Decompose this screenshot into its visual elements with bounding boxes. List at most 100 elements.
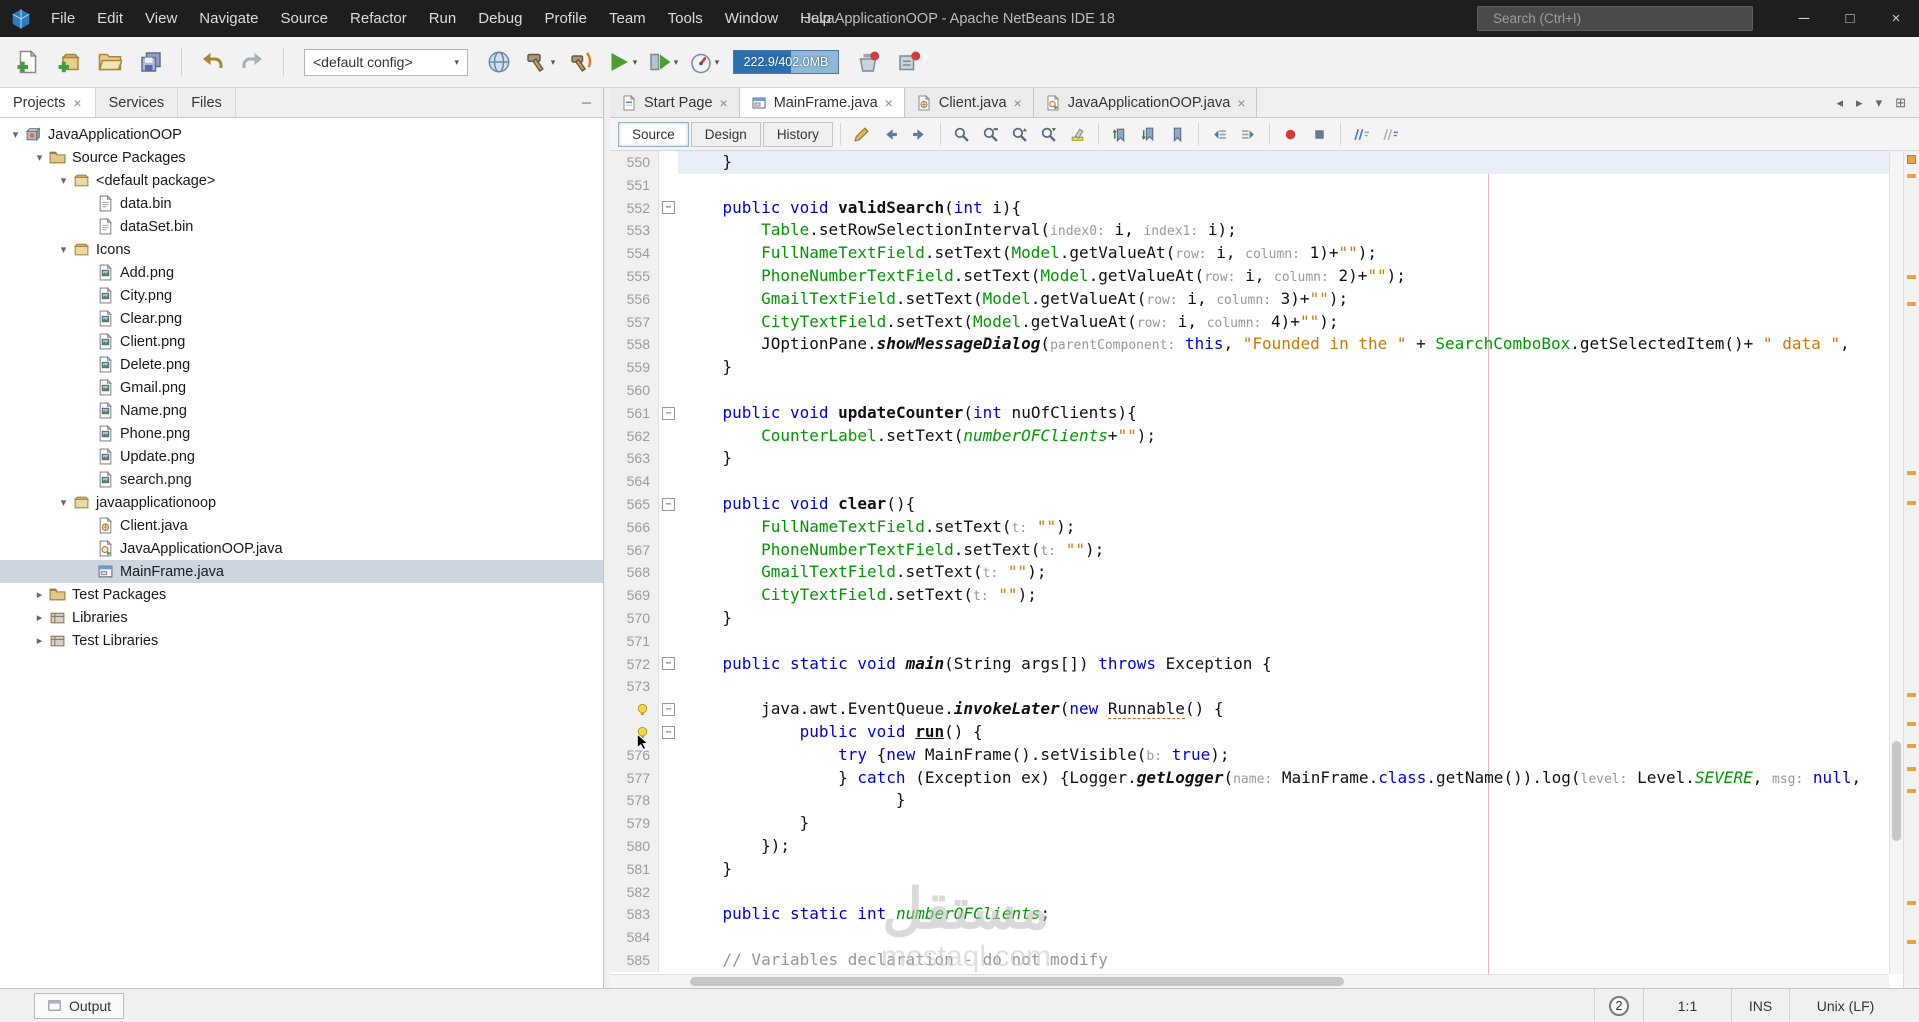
- code-line-text[interactable]: }: [678, 151, 1889, 174]
- tree-node-test-packages[interactable]: ▸Test Packages: [0, 583, 603, 606]
- tree-node-icons[interactable]: ▾Icons: [0, 238, 603, 261]
- code-line-text[interactable]: }: [678, 607, 1889, 630]
- redo-button[interactable]: [235, 44, 271, 80]
- maximize-button[interactable]: □: [1827, 0, 1873, 37]
- tree-node-delete-png[interactable]: Delete.png: [0, 353, 603, 376]
- toggle-highlight-button[interactable]: [1064, 121, 1091, 148]
- expand-arrow[interactable]: ▸: [32, 588, 47, 601]
- tab-list-icon[interactable]: ▾: [1871, 95, 1888, 111]
- comment-button[interactable]: [1348, 121, 1375, 148]
- code-line-text[interactable]: CounterLabel.setText(numberOFClients+"")…: [678, 425, 1889, 448]
- code-line-text[interactable]: public void run() {: [678, 721, 1889, 744]
- warning-mark[interactable]: [1907, 789, 1916, 793]
- expand-arrow[interactable]: ▾: [8, 128, 23, 141]
- warning-mark[interactable]: [1907, 744, 1916, 748]
- vertical-scrollbar[interactable]: [1889, 151, 1903, 974]
- shift-right-button[interactable]: [1235, 121, 1262, 148]
- warning-mark[interactable]: [1907, 767, 1916, 771]
- menu-edit[interactable]: Edit: [86, 0, 134, 37]
- incremental-search-button[interactable]: [977, 121, 1004, 148]
- memory-indicator[interactable]: 222.9/402.0MB: [733, 50, 839, 74]
- minimize-button[interactable]: ─: [1781, 0, 1827, 37]
- tree-node-libraries[interactable]: ▸Libraries: [0, 606, 603, 629]
- open-project-button[interactable]: [92, 44, 128, 80]
- code-line-text[interactable]: [678, 881, 1889, 904]
- code-line-text[interactable]: public void validSearch(int i){: [678, 197, 1889, 220]
- code-line-text[interactable]: [678, 379, 1889, 402]
- code-line-text[interactable]: public void updateCounter(int nuOfClient…: [678, 402, 1889, 425]
- quick-search-input[interactable]: Search (Ctrl+I): [1477, 6, 1753, 31]
- menu-navigate[interactable]: Navigate: [188, 0, 269, 37]
- code-line-text[interactable]: JOptionPane.showMessageDialog(parentComp…: [678, 333, 1889, 356]
- code-line-text[interactable]: GmailTextField.setText(Model.getValueAt(…: [678, 288, 1889, 311]
- code-line-text[interactable]: CityTextField.setText(Model.getValueAt(r…: [678, 311, 1889, 334]
- tree-node-javaapplicationoop-java[interactable]: JavaApplicationOOP.java: [0, 537, 603, 560]
- view-history-button[interactable]: History: [763, 122, 833, 147]
- close-icon[interactable]: ×: [1237, 95, 1245, 111]
- tab-projects[interactable]: Projects×: [0, 88, 96, 117]
- menu-team[interactable]: Team: [598, 0, 657, 37]
- menu-profile[interactable]: Profile: [533, 0, 598, 37]
- menu-window[interactable]: Window: [714, 0, 789, 37]
- tab-scroll-left-icon[interactable]: ◂: [1832, 95, 1849, 111]
- fold-toggle[interactable]: −: [662, 726, 675, 739]
- tree-node-update-png[interactable]: Update.png: [0, 445, 603, 468]
- undo-button[interactable]: [194, 44, 230, 80]
- warning-mark[interactable]: [1907, 471, 1916, 475]
- save-all-button[interactable]: [133, 44, 169, 80]
- uncomment-button[interactable]: [1377, 121, 1404, 148]
- expand-arrow[interactable]: ▾: [56, 496, 71, 509]
- find-selection-button[interactable]: [948, 121, 975, 148]
- tree-node-client-png[interactable]: Client.png: [0, 330, 603, 353]
- tree-node-client-java[interactable]: Client.java: [0, 514, 603, 537]
- code-line-text[interactable]: public void clear(){: [678, 493, 1889, 516]
- tree-node-javaapplicationoop[interactable]: ▾javaapplicationoop: [0, 491, 603, 514]
- code-line-text[interactable]: public static int numberOFClients;: [678, 903, 1889, 926]
- code-editor[interactable]: 550 }551552− public void validSearch(int…: [610, 151, 1889, 974]
- code-line-text[interactable]: }: [678, 356, 1889, 379]
- code-line-text[interactable]: }: [678, 858, 1889, 881]
- code-line-text[interactable]: CityTextField.setText(t: "");: [678, 584, 1889, 607]
- code-line-text[interactable]: });: [678, 835, 1889, 858]
- maximize-editor-icon[interactable]: ⊞: [1890, 95, 1911, 111]
- code-line-text[interactable]: FullNameTextField.setText(Model.getValue…: [678, 242, 1889, 265]
- close-button[interactable]: ×: [1873, 0, 1919, 37]
- warning-mark[interactable]: [1907, 722, 1916, 726]
- globe-button[interactable]: [481, 44, 517, 80]
- jump-forward-button[interactable]: [906, 121, 933, 148]
- config-select[interactable]: <default config>▾: [304, 49, 468, 76]
- menu-tools[interactable]: Tools: [657, 0, 714, 37]
- tab-javaapplicationoop-java[interactable]: JavaApplicationOOP.java×: [1034, 88, 1258, 117]
- insert-mode[interactable]: INS: [1731, 989, 1789, 1022]
- caret-position[interactable]: 1:1: [1643, 989, 1731, 1022]
- tab-scroll-right-icon[interactable]: ▸: [1851, 95, 1868, 111]
- code-line-text[interactable]: }: [678, 789, 1889, 812]
- expand-arrow[interactable]: ▾: [56, 174, 71, 187]
- code-line-text[interactable]: try {new MainFrame().setVisible(b: true)…: [678, 744, 1889, 767]
- tree-node-mainframe-java[interactable]: MainFrame.java: [0, 560, 603, 583]
- build-project-button[interactable]: ▾: [522, 44, 558, 80]
- code-line-text[interactable]: PhoneNumberTextField.setText(Model.getVa…: [678, 265, 1889, 288]
- code-line-text[interactable]: // Variables declaration - do not modify: [678, 949, 1889, 972]
- notifications-button[interactable]: 2: [1594, 989, 1643, 1022]
- heap-dump-button[interactable]: [891, 44, 927, 80]
- code-line-text[interactable]: FullNameTextField.setText(t: "");: [678, 516, 1889, 539]
- minimize-panel-icon[interactable]: ─: [570, 88, 603, 117]
- tab-services[interactable]: Services: [96, 88, 179, 117]
- jump-back-button[interactable]: [877, 121, 904, 148]
- run-project-button[interactable]: ▾: [604, 44, 640, 80]
- view-source-button[interactable]: Source: [618, 122, 689, 147]
- tree-node-gmail-png[interactable]: Gmail.png: [0, 376, 603, 399]
- close-icon[interactable]: ×: [885, 95, 893, 111]
- view-design-button[interactable]: Design: [691, 122, 761, 147]
- menu-view[interactable]: View: [134, 0, 188, 37]
- fold-toggle[interactable]: −: [662, 703, 675, 716]
- tree-node-add-png[interactable]: Add.png: [0, 261, 603, 284]
- stripe-status-icon[interactable]: [1907, 155, 1916, 164]
- vertical-scrollbar-thumb[interactable]: [1892, 741, 1901, 841]
- fold-toggle[interactable]: −: [662, 657, 675, 670]
- toggle-bookmark-button[interactable]: [1164, 121, 1191, 148]
- menu-refactor[interactable]: Refactor: [339, 0, 418, 37]
- tab-start-page[interactable]: Start Page×: [610, 88, 740, 117]
- new-project-button[interactable]: [51, 44, 87, 80]
